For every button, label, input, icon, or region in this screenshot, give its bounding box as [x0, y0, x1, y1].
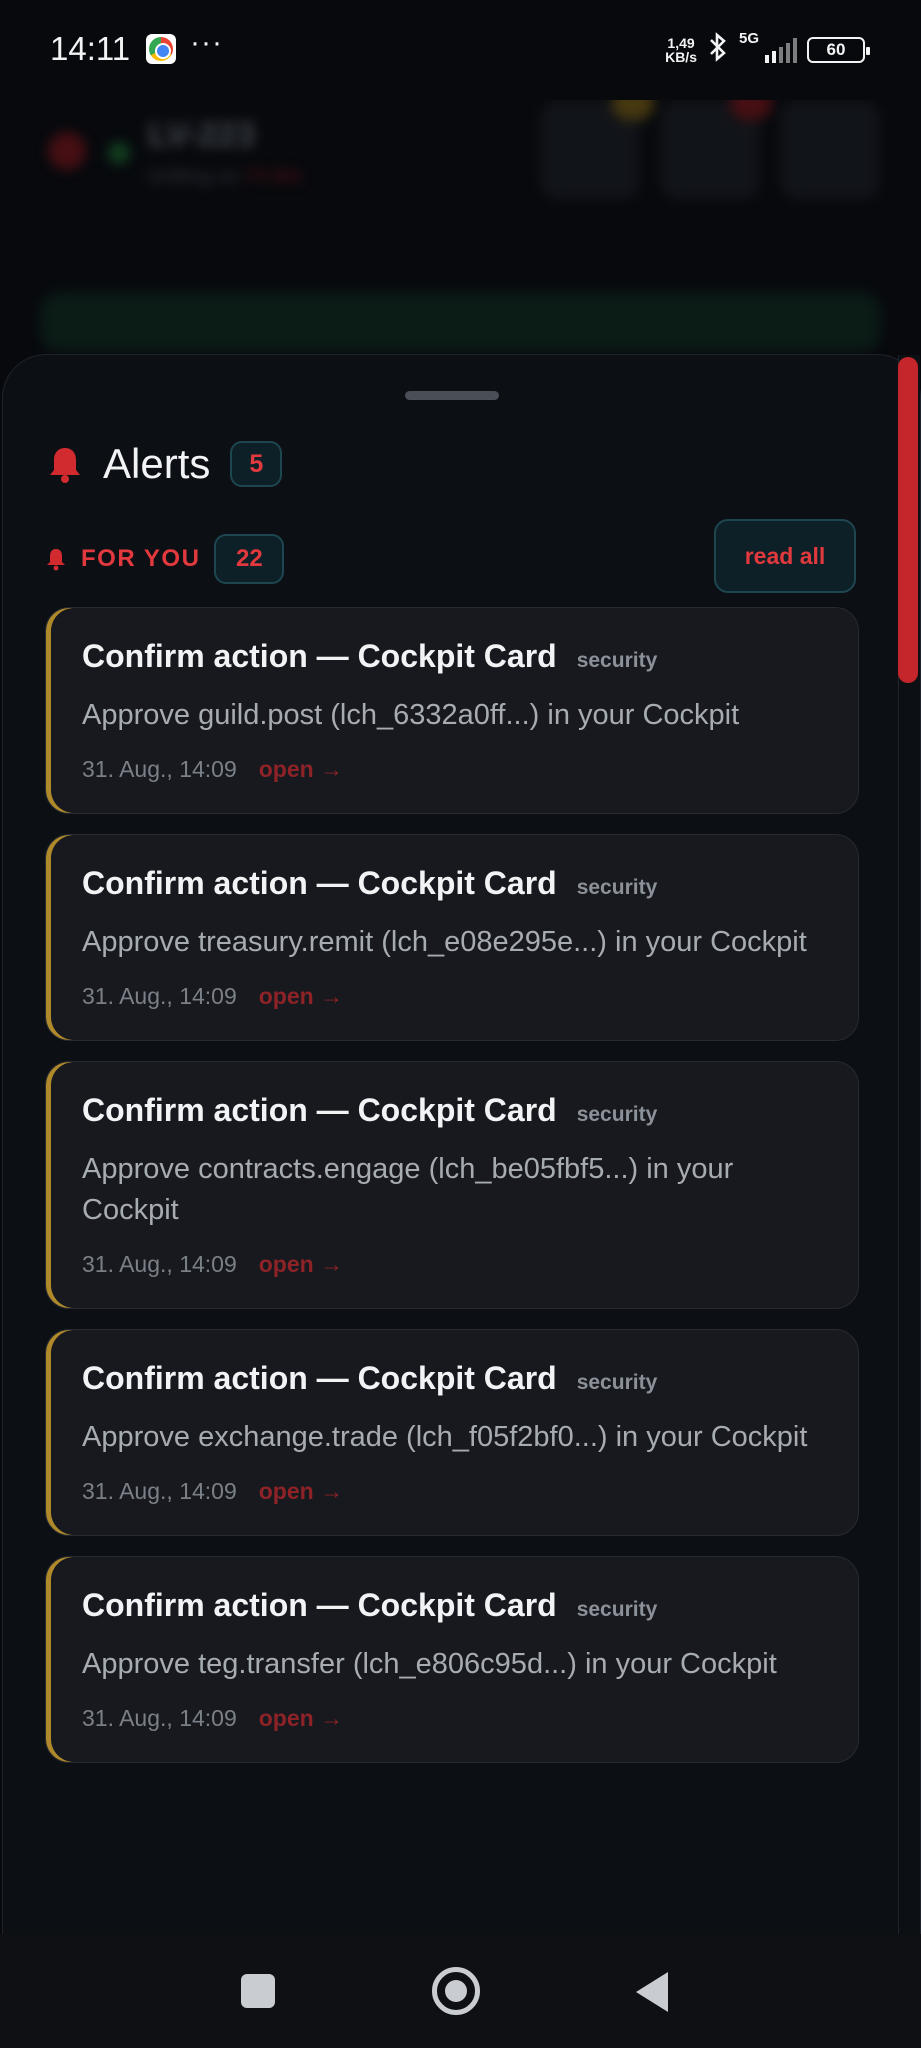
scrollbar[interactable] [898, 355, 920, 1935]
alert-title: Confirm action — Cockpit Card [82, 865, 557, 901]
alert-time: 31. Aug., 14:09 [82, 1705, 237, 1731]
status-dot [48, 132, 86, 170]
more-notifications-icon: ··· [190, 26, 223, 59]
alerts-count-badge: 5 [230, 441, 283, 487]
section-header: FOR YOU 22 [45, 533, 285, 585]
background-title: LV-223 [148, 116, 256, 154]
sheet-drag-handle[interactable] [405, 391, 499, 400]
alert-open-link[interactable]: open → [259, 756, 343, 783]
alert-title: Confirm action — Cockpit Card [82, 1092, 557, 1128]
home-icon[interactable] [432, 1967, 480, 2015]
background-app: LV-223 Drifting on 77.5% [0, 80, 921, 380]
alert-card[interactable]: Confirm action — Cockpit Card security A… [45, 1556, 859, 1763]
alert-body: Approve exchange.trade (lch_f05f2bf0...)… [82, 1421, 808, 1453]
back-icon[interactable] [636, 1972, 668, 2012]
chrome-icon [146, 34, 176, 64]
background-subtitle-text: Drifting on [148, 166, 240, 188]
bell-icon [45, 444, 85, 484]
alert-list: Confirm action — Cockpit Card security A… [45, 607, 859, 1783]
alert-body: Approve guild.post (lch_6332a0ff...) in … [82, 699, 740, 731]
alert-open-link[interactable]: open → [259, 983, 343, 1010]
alert-tag: security [576, 1371, 658, 1394]
status-time: 14:11 [50, 30, 131, 67]
alert-body: Approve treasury.remit (lch_e08e295e...)… [82, 926, 807, 958]
alert-open-link[interactable]: open → [259, 1705, 343, 1732]
network-type: 5G [738, 30, 759, 47]
alert-tag: security [576, 1103, 658, 1126]
alert-title: Confirm action — Cockpit Card [82, 638, 557, 674]
online-dot [108, 142, 130, 164]
network-speed-unit: KB/s [665, 49, 697, 65]
alert-open-link[interactable]: open → [259, 1478, 343, 1505]
alert-time: 31. Aug., 14:09 [82, 983, 237, 1009]
bell-icon [45, 547, 67, 571]
system-nav-bar [0, 1934, 921, 2048]
bluetooth-icon [707, 31, 729, 69]
sheet-header: Alerts 5 [45, 439, 283, 489]
read-all-button[interactable]: read all [714, 519, 856, 593]
alert-tag: security [576, 1598, 658, 1621]
battery-icon: 60 [807, 37, 870, 63]
alert-card[interactable]: Confirm action — Cockpit Card security A… [45, 607, 859, 814]
background-subtitle-accent: 77.5% [244, 166, 302, 188]
recents-icon[interactable] [241, 1974, 275, 2008]
background-tile [780, 100, 880, 200]
alert-open-link[interactable]: open → [259, 1251, 343, 1278]
network-speed: 1,49 KB/s [665, 36, 697, 64]
scrollbar-thumb[interactable] [898, 357, 918, 683]
alerts-sheet: Alerts 5 FOR YOU 22 read all Confirm act… [2, 354, 921, 1935]
background-banner [40, 292, 881, 352]
alert-body: Approve teg.transfer (lch_e806c95d...) i… [82, 1648, 777, 1680]
alert-tag: security [576, 649, 658, 672]
alert-time: 31. Aug., 14:09 [82, 1478, 237, 1504]
section-count-badge: 22 [214, 534, 285, 584]
network-speed-value: 1,49 [667, 35, 695, 51]
sheet-title: Alerts [103, 440, 211, 487]
alert-card[interactable]: Confirm action — Cockpit Card security A… [45, 1329, 859, 1536]
alert-title: Confirm action — Cockpit Card [82, 1587, 557, 1623]
status-bar: 14:11 ··· 1,49 KB/s 5G 60 [0, 0, 921, 100]
alert-time: 31. Aug., 14:09 [82, 1251, 237, 1277]
alert-tag: security [576, 876, 658, 899]
battery-level: 60 [826, 40, 846, 59]
alert-body: Approve contracts.engage (lch_be05fbf5..… [82, 1153, 734, 1226]
section-label: FOR YOU [81, 545, 201, 572]
alert-time: 31. Aug., 14:09 [82, 756, 237, 782]
background-subtitle: Drifting on 77.5% [148, 166, 301, 189]
signal-icon [765, 37, 797, 63]
alert-card[interactable]: Confirm action — Cockpit Card security A… [45, 834, 859, 1041]
alert-title: Confirm action — Cockpit Card [82, 1360, 557, 1396]
alert-card[interactable]: Confirm action — Cockpit Card security A… [45, 1061, 859, 1309]
